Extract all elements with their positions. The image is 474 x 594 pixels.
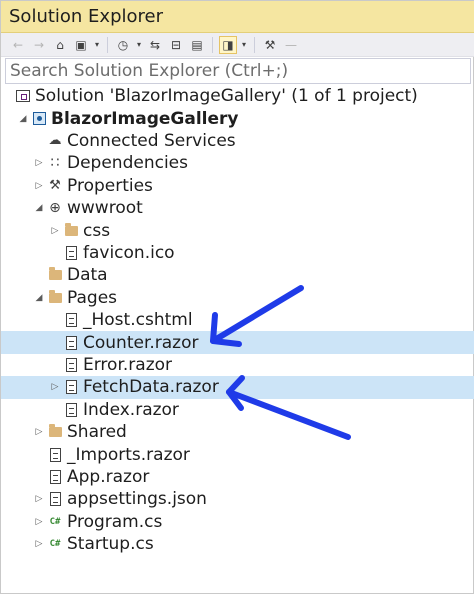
back-icon: ← — [12, 37, 24, 52]
tree-item-label: Pages — [67, 287, 118, 308]
tree-item[interactable]: ▷ FetchData.razor — [1, 376, 474, 399]
csharp-file-icon: C# — [49, 539, 61, 550]
tree-item[interactable]: ▷ appsettings.json — [1, 488, 474, 510]
file-icon — [63, 335, 79, 351]
tree-item-label: BlazorImageGallery — [51, 108, 239, 129]
expand-arrow-icon[interactable]: ▷ — [33, 539, 45, 549]
expand-arrow-icon[interactable]: ▷ — [49, 382, 61, 392]
properties-wrench-icon[interactable]: ⚒ — [261, 36, 279, 54]
connected-services-icon: ☁ — [48, 133, 62, 149]
dependencies-icon: ∷ — [50, 155, 60, 172]
tree-item-label: Dependencies — [67, 153, 188, 174]
folder-open-icon — [47, 289, 63, 306]
globe-icon: ⊕ — [49, 200, 61, 217]
file-icon — [47, 469, 63, 485]
toolbar-separator — [254, 36, 255, 53]
folder-icon — [47, 424, 63, 440]
tree-item-label: css — [83, 220, 111, 241]
folder-icon — [47, 267, 63, 283]
tree-item-label: App.razor — [67, 466, 150, 487]
preview-icon[interactable]: ◨ — [219, 35, 237, 54]
sync-icon[interactable]: ⇆ — [146, 36, 164, 54]
expand-arrow-icon[interactable]: ▷ — [49, 226, 61, 236]
forward-icon: → — [33, 37, 45, 52]
tree-item[interactable]: ☁ Connected Services — [1, 130, 474, 152]
file-icon — [63, 357, 79, 373]
solution-icon — [15, 88, 31, 104]
properties-icon: ⚒ — [49, 178, 61, 194]
tree-item-label: _Imports.razor — [67, 444, 190, 465]
tree-item-label: Properties — [67, 175, 153, 196]
expand-arrow-icon[interactable]: ▷ — [33, 427, 45, 437]
tree-item[interactable]: ▷ ∷ Dependencies — [1, 152, 474, 174]
folder-icon — [63, 222, 79, 239]
tree-item[interactable]: ▷ Shared — [1, 421, 474, 443]
tree-item[interactable]: ▷ css — [1, 219, 474, 241]
tree-item-label: appsettings.json — [67, 489, 207, 510]
tree-item-label: Error.razor — [83, 354, 173, 375]
toolbar: ← → ⌂ ▣ ▾ ◷ ▾ ⇆ ⊟ ▤ ◨ ▾ ⚒ — — [1, 33, 474, 57]
collapse-all-icon[interactable]: ⊟ — [167, 36, 185, 54]
tree-item-label: Index.razor — [83, 399, 179, 420]
csharp-file-icon: C# — [49, 516, 61, 527]
tree-item[interactable]: ◢ BlazorImageGallery — [1, 107, 474, 129]
pin-icon: — — [285, 37, 297, 52]
tree-item[interactable]: ▷ ⚒ Properties — [1, 175, 474, 197]
tree-item[interactable]: Index.razor — [1, 399, 474, 421]
file-icon — [47, 447, 63, 463]
window-title-bar[interactable]: Solution Explorer — [1, 1, 474, 33]
switch-views-icon[interactable]: ▣ — [72, 36, 90, 54]
tree-item[interactable]: Counter.razor — [1, 331, 474, 354]
tree-item[interactable]: Error.razor — [1, 354, 474, 376]
file-icon — [63, 379, 79, 395]
toolbar-separator — [107, 36, 108, 53]
expand-arrow-icon[interactable]: ▷ — [33, 181, 45, 191]
tree-item[interactable]: Data — [1, 264, 474, 286]
tree-item-label: Solution 'BlazorImageGallery' (1 of 1 pr… — [35, 86, 418, 107]
search-placeholder: Search Solution Explorer (Ctrl+;) — [10, 61, 289, 81]
tree-item[interactable]: favicon.ico — [1, 242, 474, 264]
tree-item[interactable]: ◢ ⊕ wwwroot — [1, 197, 474, 219]
tree-item-label: FetchData.razor — [83, 377, 219, 398]
tree-item[interactable]: ▷ C# Startup.cs — [1, 533, 474, 555]
search-input[interactable]: Search Solution Explorer (Ctrl+;) — [5, 58, 471, 84]
expand-arrow-icon[interactable]: ▷ — [33, 158, 45, 168]
show-all-files-icon[interactable]: ▤ — [188, 36, 206, 54]
tree-item-label: Counter.razor — [83, 332, 199, 353]
tree-item-label: Connected Services — [67, 130, 236, 151]
window-title: Solution Explorer — [9, 6, 163, 27]
tree-item-label: wwwroot — [67, 198, 143, 219]
tree-item-label: _Host.cshtml — [83, 310, 193, 331]
expand-arrow-icon[interactable]: ▷ — [33, 517, 45, 527]
collapse-arrow-icon[interactable]: ◢ — [17, 114, 29, 124]
home-icon[interactable]: ⌂ — [51, 36, 69, 54]
chevron-down-icon[interactable]: ▾ — [93, 40, 101, 49]
tree-item-label: Shared — [67, 422, 127, 443]
pending-changes-filter-icon[interactable]: ◷ — [114, 36, 132, 54]
tree-item-label: Data — [67, 265, 108, 286]
expand-arrow-icon[interactable]: ▷ — [33, 494, 45, 504]
tree-item[interactable]: Solution 'BlazorImageGallery' (1 of 1 pr… — [1, 85, 474, 107]
tree-item-label: Startup.cs — [67, 534, 154, 555]
collapse-arrow-icon[interactable]: ◢ — [33, 293, 45, 303]
tree-item-label: Program.cs — [67, 511, 163, 532]
tree-item[interactable]: ▷ C# Program.cs — [1, 511, 474, 533]
collapse-arrow-icon[interactable]: ◢ — [33, 203, 45, 213]
project-icon — [31, 111, 47, 127]
tree-item-label: favicon.ico — [83, 242, 175, 263]
tree-item[interactable]: ◢ Pages — [1, 287, 474, 309]
file-icon — [63, 402, 79, 418]
tree-item[interactable]: _Imports.razor — [1, 443, 474, 465]
chevron-down-icon[interactable]: ▾ — [240, 40, 248, 49]
chevron-down-icon[interactable]: ▾ — [135, 40, 143, 49]
file-icon — [63, 312, 79, 328]
json-file-icon — [47, 491, 63, 507]
tree-item[interactable]: _Host.cshtml — [1, 309, 474, 331]
image-file-icon — [63, 245, 79, 261]
tree-item[interactable]: App.razor — [1, 466, 474, 488]
toolbar-separator — [212, 36, 213, 53]
